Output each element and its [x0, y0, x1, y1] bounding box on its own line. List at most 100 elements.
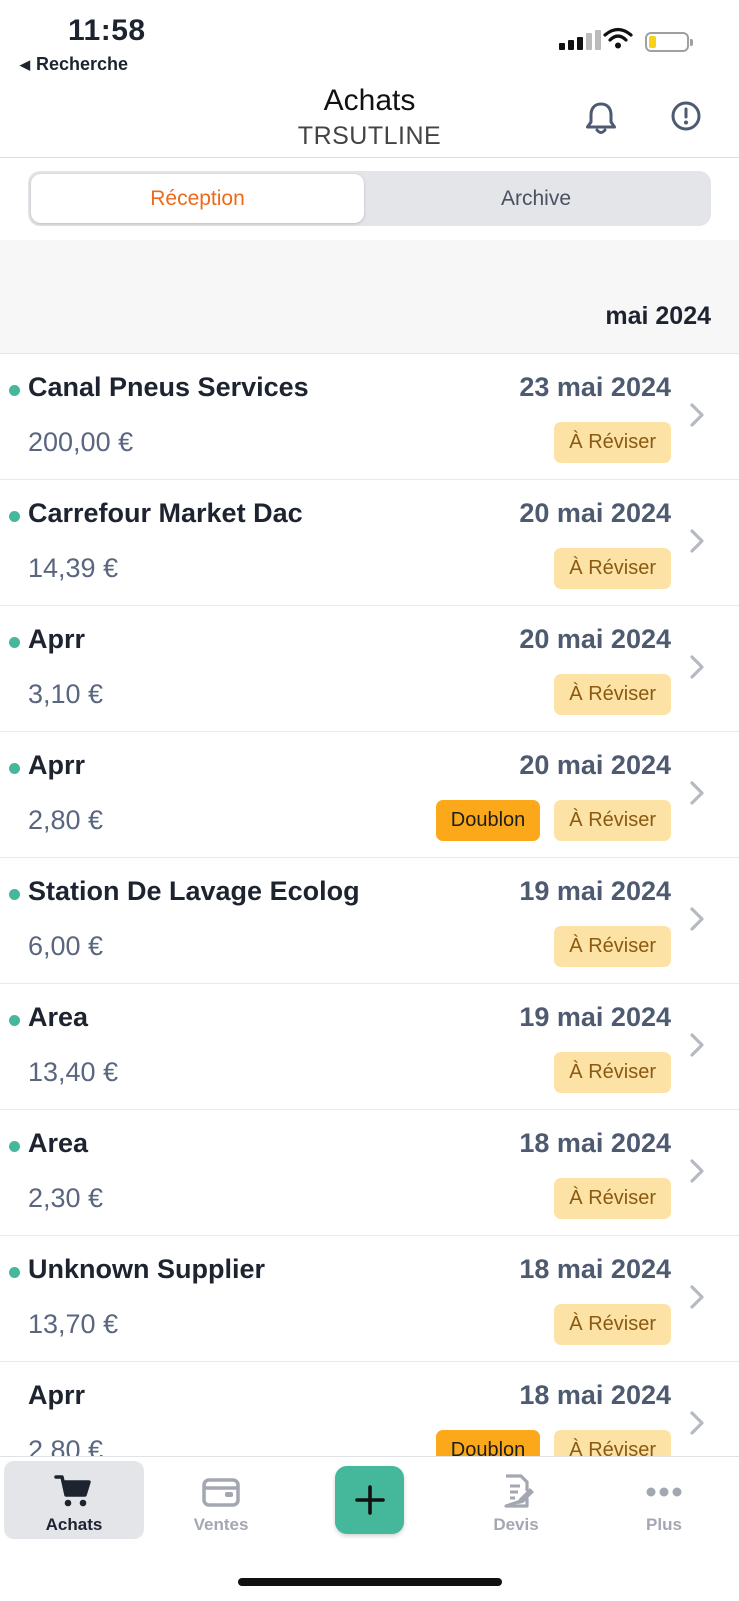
supplier-name: Canal Pneus Services — [28, 372, 309, 402]
status-badges: À Réviser — [554, 674, 671, 715]
status-badges: À Réviser — [554, 1178, 671, 1219]
purchase-amount: 2,80 € — [28, 805, 104, 835]
back-label: Recherche — [36, 54, 129, 74]
cart-icon — [54, 1475, 91, 1507]
back-to-search-link[interactable]: ◀ Recherche — [20, 54, 128, 75]
purchase-date: 18 mai 2024 — [519, 1128, 671, 1158]
to-review-badge: À Réviser — [554, 800, 671, 841]
supplier-name: Aprr — [28, 750, 86, 780]
purchase-list: Canal Pneus Services 23 mai 2024 200,00 € À… — [0, 353, 739, 1487]
status-time: 11:58 — [68, 14, 146, 47]
segmented-control: Réception Archive — [28, 171, 711, 226]
nav-achats[interactable]: Achats — [4, 1461, 144, 1539]
purchase-date: 23 mai 2024 — [519, 372, 671, 402]
plus-icon — [354, 1485, 385, 1515]
chevron-right-icon — [690, 907, 704, 931]
more-dots-icon — [646, 1487, 682, 1497]
cellular-signal-icon — [559, 30, 601, 50]
nav-label-devis: Devis — [493, 1515, 539, 1534]
duplicate-badge: Doublon — [435, 800, 541, 841]
purchase-amount: 3,10 € — [28, 679, 104, 709]
chevron-right-icon — [690, 781, 704, 805]
to-review-badge: À Réviser — [554, 548, 671, 589]
purchase-row[interactable]: Carrefour Market Dac 20 mai 2024 14,39 € À … — [0, 479, 739, 605]
unread-dot — [9, 889, 20, 900]
purchase-date: 18 mai 2024 — [519, 1254, 671, 1284]
tab-archive[interactable]: Archive — [364, 174, 708, 223]
nav-label-ventes: Ventes — [193, 1515, 249, 1534]
purchase-date: 19 mai 2024 — [519, 876, 671, 906]
purchase-amount: 13,70 € — [28, 1309, 119, 1339]
to-review-badge: À Réviser — [554, 674, 671, 715]
unread-dot — [9, 385, 20, 396]
wallet-icon — [202, 1478, 240, 1507]
supplier-name: Aprr — [28, 624, 86, 654]
purchase-amount: 6,00 € — [28, 931, 104, 961]
to-review-badge: À Réviser — [554, 926, 671, 967]
purchase-amount: 200,00 € — [28, 427, 134, 457]
month-label: mai 2024 — [605, 302, 711, 330]
chevron-right-icon — [690, 1411, 704, 1435]
back-arrow-icon: ◀ — [20, 56, 30, 72]
status-badges: À Réviser — [554, 1304, 671, 1345]
purchase-row[interactable]: Area 19 mai 2024 13,40 € À Réviser — [0, 983, 739, 1109]
purchase-row[interactable]: Area 18 mai 2024 2,30 € À Réviser — [0, 1109, 739, 1235]
status-badges: À Réviser — [554, 1052, 671, 1093]
header-divider — [0, 157, 739, 158]
unread-dot — [9, 763, 20, 774]
status-badges: À Réviser — [554, 548, 671, 589]
company-name: TRSUTLINE — [297, 122, 442, 150]
nav-devis[interactable]: Devis — [446, 1461, 586, 1539]
chevron-right-icon — [690, 1033, 704, 1057]
unread-dot — [9, 511, 20, 522]
supplier-name: Area — [28, 1002, 89, 1032]
nav-plus[interactable]: Plus — [594, 1461, 734, 1539]
purchase-row[interactable]: Station De Lavage Ecolog 19 mai 2024 6,00 … — [0, 857, 739, 983]
status-badges: À Réviser — [554, 422, 671, 463]
supplier-name: Unknown Supplier — [28, 1254, 266, 1284]
nav-label-achats: Achats — [45, 1515, 103, 1534]
battery-icon — [645, 32, 693, 52]
unread-dot — [9, 1267, 20, 1278]
supplier-name: Station De Lavage Ecolog — [28, 876, 360, 906]
purchase-amount: 14,39 € — [28, 553, 119, 583]
supplier-name: Area — [28, 1128, 89, 1158]
purchase-amount: 13,40 € — [28, 1057, 119, 1087]
to-review-badge: À Réviser — [554, 1178, 671, 1219]
status-badges: Doublon À Réviser — [435, 800, 671, 841]
purchase-row[interactable]: Aprr 20 mai 2024 3,10 € À Réviser — [0, 605, 739, 731]
page-title: Achats — [323, 84, 416, 117]
unread-dot — [9, 637, 20, 648]
chevron-right-icon — [690, 655, 704, 679]
chevron-right-icon — [690, 403, 704, 427]
unread-dot — [9, 1141, 20, 1152]
nav-ventes[interactable]: Ventes — [151, 1461, 291, 1539]
purchase-row[interactable]: Aprr 20 mai 2024 2,80 € Doublon À Réviser — [0, 731, 739, 857]
info-icon[interactable] — [670, 100, 702, 137]
add-purchase-button[interactable] — [335, 1466, 404, 1534]
purchase-date: 20 mai 2024 — [519, 750, 671, 780]
month-section-header — [0, 240, 739, 353]
to-review-badge: À Réviser — [554, 1304, 671, 1345]
status-badges: À Réviser — [554, 926, 671, 967]
nav-label-plus: Plus — [646, 1515, 682, 1534]
chevron-right-icon — [690, 1285, 704, 1309]
unread-dot — [9, 1015, 20, 1026]
purchase-date: 20 mai 2024 — [519, 498, 671, 528]
document-edit-icon — [504, 1474, 534, 1508]
wifi-icon — [603, 27, 633, 54]
purchase-row[interactable]: Canal Pneus Services 23 mai 2024 200,00 € À… — [0, 353, 739, 479]
home-indicator — [238, 1578, 502, 1586]
bell-icon[interactable] — [584, 100, 618, 141]
supplier-name: Aprr — [28, 1380, 86, 1410]
purchase-row[interactable]: Unknown Supplier 18 mai 2024 13,70 € À Révi… — [0, 1235, 739, 1361]
chevron-right-icon — [690, 1159, 704, 1183]
purchase-date: 18 mai 2024 — [519, 1380, 671, 1410]
purchase-date: 20 mai 2024 — [519, 624, 671, 654]
to-review-badge: À Réviser — [554, 1052, 671, 1093]
purchase-amount: 2,30 € — [28, 1183, 104, 1213]
supplier-name: Carrefour Market Dac — [28, 498, 303, 528]
purchase-date: 19 mai 2024 — [519, 1002, 671, 1032]
chevron-right-icon — [690, 529, 704, 553]
tab-reception[interactable]: Réception — [31, 174, 364, 223]
